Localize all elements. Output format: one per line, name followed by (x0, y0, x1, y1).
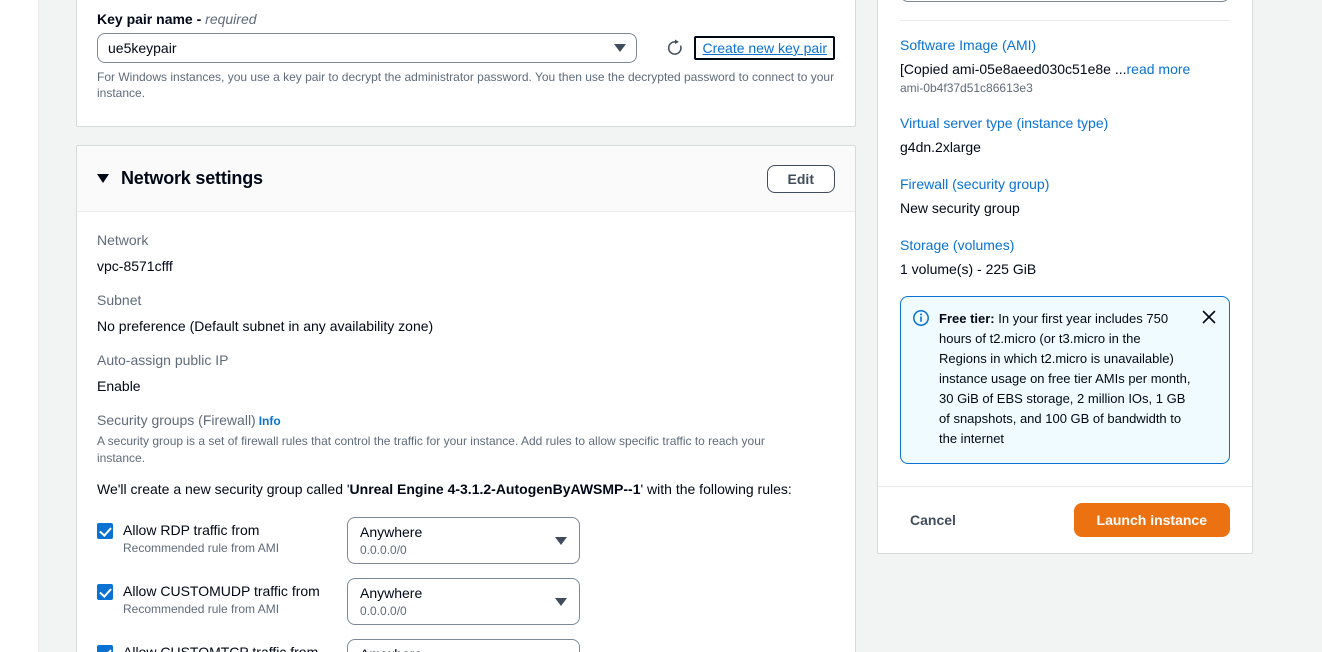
firewall-security-group-value: New security group (900, 200, 1020, 216)
summary-panel-footer: Cancel Launch instance (878, 486, 1252, 553)
key-pair-label-text: Key pair name - (97, 11, 202, 27)
network-settings-title: Network settings (121, 168, 263, 188)
security-groups-info-link[interactable]: Info (259, 414, 281, 428)
key-pair-label: Key pair name - required (97, 9, 835, 29)
rule-checkbox[interactable] (97, 645, 113, 652)
key-pair-card: Key pair name - required ue5keypair Crea… (76, 0, 856, 127)
virtual-server-type-link[interactable]: Virtual server type (instance type) (900, 113, 1230, 133)
key-pair-control-row: ue5keypair Create new key pair (97, 33, 835, 63)
rule-text: Allow RDP traffic from Recommended rule f… (123, 521, 279, 556)
rule-checkbox-area: Allow CUSTOMTCP traffic fromRecommended … (97, 639, 347, 652)
network-settings-header: Network settings Edit (77, 146, 855, 212)
security-groups-label-text: Security groups (Firewall) (97, 412, 256, 428)
free-tier-alert-text: Free tier: In your first year includes 7… (939, 309, 1215, 449)
key-pair-help-text: For Windows instances, you use a key pai… (97, 70, 835, 100)
summary-item-storage: Storage (volumes) 1 volume(s) - 225 GiB (900, 235, 1230, 279)
rule-subtitle: Recommended rule from AMI (123, 541, 280, 555)
rule-source-cidr: 0.0.0.0/0 (360, 543, 407, 557)
info-circle-icon (913, 310, 929, 449)
security-group-rule-row: Allow RDP traffic from Recommended rule f… (97, 517, 835, 564)
software-image-ami-id: ami-0b4f37d51c86613e3 (900, 81, 1033, 95)
software-image-ami-text: [Copied ami-05e8aeed030c51e8e ... (900, 61, 1127, 77)
firewall-security-group-link[interactable]: Firewall (security group) (900, 174, 1230, 194)
edit-network-settings-button[interactable]: Edit (766, 164, 835, 193)
security-group-name-statement: We'll create a new security group called… (97, 479, 835, 499)
instance-launch-page: Key pair name - required ue5keypair Crea… (0, 0, 1322, 652)
key-pair-selected-value: ue5keypair (108, 40, 177, 56)
rule-checkbox-area: Allow RDP traffic from Recommended rule f… (97, 517, 347, 556)
network-value: vpc-8571cfff (97, 258, 173, 274)
chevron-down-icon (555, 597, 567, 606)
summary-divider (900, 20, 1230, 21)
network-settings-header-left: Network settings (97, 168, 263, 189)
rule-checkbox-area: Allow CUSTOMUDP traffic from Recommended … (97, 578, 347, 617)
create-new-key-pair-link[interactable]: Create new key pair (702, 40, 827, 56)
storage-volumes-link[interactable]: Storage (volumes) (900, 235, 1230, 255)
security-group-rule-row: Allow CUSTOMUDP traffic from Recommended … (97, 578, 835, 625)
key-pair-required-marker: required (205, 11, 257, 27)
network-settings-card: Network settings Edit Network vpc-8571cf… (76, 145, 856, 652)
security-group-rules-list: Allow RDP traffic from Recommended rule f… (97, 517, 835, 652)
close-icon[interactable] (1199, 307, 1219, 327)
security-group-rule-row: Allow CUSTOMTCP traffic fromRecommended … (97, 639, 835, 652)
rule-source-select[interactable]: Anywhere0.0.0.0/0 (347, 639, 580, 652)
free-tier-alert-body: In your first year includes 750 hours of… (939, 311, 1191, 446)
chevron-down-icon (555, 536, 567, 545)
rule-title: Allow CUSTOMUDP traffic from (123, 583, 320, 599)
read-more-link[interactable]: read more (1127, 61, 1191, 77)
auto-assign-public-ip-label: Auto-assign public IP (97, 352, 229, 368)
rule-text: Allow CUSTOMUDP traffic from Recommended … (123, 582, 320, 617)
summary-panel: Number of instancesInfo Software Image (… (877, 0, 1253, 554)
free-tier-alert-title: Free tier: (939, 311, 995, 326)
software-image-ami-value: [Copied ami-05e8aeed030c51e8e ...read mo… (900, 59, 1230, 79)
software-image-ami-link[interactable]: Software Image (AMI) (900, 35, 1230, 55)
summary-item-instance-type: Virtual server type (instance type) g4dn… (900, 113, 1230, 157)
summary-item-ami: Software Image (AMI) [Copied ami-05e8aee… (900, 35, 1230, 96)
rule-source-label: Anywhere (360, 524, 423, 540)
rule-text: Allow CUSTOMTCP traffic fromRecommended … (123, 643, 318, 652)
free-tier-alert: Free tier: In your first year includes 7… (900, 296, 1230, 464)
rule-source-select[interactable]: Anywhere 0.0.0.0/0 (347, 517, 580, 564)
summary-item-firewall: Firewall (security group) New security g… (900, 174, 1230, 218)
refresh-key-pairs-button[interactable] (659, 33, 691, 63)
cancel-button[interactable]: Cancel (900, 506, 966, 534)
storage-volumes-value: 1 volume(s) - 225 GiB (900, 261, 1037, 277)
subnet-value: No preference (Default subnet in any ava… (97, 318, 434, 334)
network-label: Network (97, 232, 149, 248)
chevron-down-icon[interactable] (97, 174, 109, 183)
sg-statement-prefix: We'll create a new security group called… (97, 481, 350, 497)
rule-title: Allow CUSTOMTCP traffic from (123, 644, 319, 652)
rule-title: Allow RDP traffic from (123, 522, 260, 538)
summary-panel-body: Number of instancesInfo Software Image (… (878, 0, 1252, 486)
launch-instance-button[interactable]: Launch instance (1073, 503, 1230, 537)
rule-source-cidr: 0.0.0.0/0 (360, 604, 407, 618)
subnet-label: Subnet (97, 292, 142, 308)
rule-checkbox[interactable] (97, 584, 113, 600)
security-groups-label: Security groups (Firewall) Info (97, 410, 835, 431)
refresh-icon (667, 39, 682, 55)
network-settings-body: Network vpc-8571cfff Subnet No preferenc… (77, 212, 855, 652)
create-new-key-pair-focus-ring: Create new key pair (694, 36, 835, 60)
chevron-down-icon (613, 44, 626, 52)
rule-source-label: Anywhere (360, 645, 549, 652)
rule-source-label: Anywhere (360, 585, 423, 601)
virtual-server-type-value: g4dn.2xlarge (900, 139, 981, 155)
rule-source-select[interactable]: Anywhere 0.0.0.0/0 (347, 578, 580, 625)
auto-assign-public-ip-value: Enable (97, 378, 141, 394)
number-of-instances-input[interactable] (900, 0, 1230, 2)
key-pair-select[interactable]: ue5keypair (97, 33, 637, 63)
rule-checkbox[interactable] (97, 523, 113, 539)
security-groups-description: A security group is a set of firewall ru… (97, 434, 765, 465)
rule-subtitle: Recommended rule from AMI (123, 602, 280, 616)
sg-statement-name: Unreal Engine 4-3.1.2-AutogenByAWSMP--1 (349, 481, 641, 497)
sg-statement-suffix: ' with the following rules: (640, 481, 792, 497)
